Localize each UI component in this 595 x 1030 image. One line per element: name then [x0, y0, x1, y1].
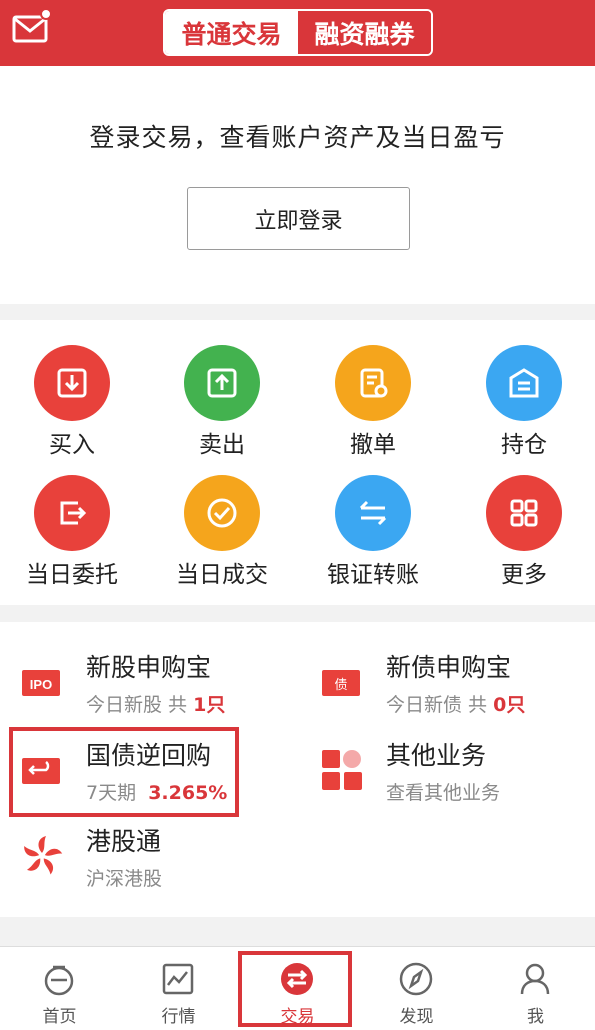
more-icon — [486, 475, 562, 551]
mail-icon[interactable] — [12, 8, 52, 44]
position-icon — [486, 345, 562, 421]
login-card: 登录交易，查看账户资产及当日盈亏 立即登录 — [0, 66, 595, 304]
position-button[interactable]: 持仓 — [449, 320, 595, 458]
svg-text:IPO: IPO — [30, 677, 52, 692]
cancel-order-icon — [335, 345, 411, 421]
bond-icon: 债 — [320, 660, 364, 704]
transfer-icon — [335, 475, 411, 551]
ipo-count: 1 — [193, 694, 207, 716]
other-icon — [320, 748, 364, 792]
cancel-order-button[interactable]: 撤单 — [298, 320, 448, 458]
tab-home-label: 首页 — [42, 1007, 77, 1027]
other-title: 其他业务 — [386, 741, 487, 770]
sell-icon — [184, 345, 260, 421]
trade-actions-grid: 买入 卖出 撤单 持仓 当日委托 当日成交 银证转账 更多 — [0, 320, 595, 605]
today-deal-button[interactable]: 当日成交 — [147, 450, 297, 588]
top-bar: 普通交易 融资融券 — [0, 0, 595, 66]
tab-discover-label: 发现 — [399, 1007, 434, 1027]
profile-icon — [517, 961, 553, 997]
login-prompt: 登录交易，查看账户资产及当日盈亏 — [89, 123, 506, 152]
tab-margin-trade[interactable]: 融资融券 — [298, 11, 431, 54]
ipo-subtitle: 今日新股 共 1只 — [86, 694, 226, 716]
home-icon — [41, 961, 77, 997]
tab-market-label: 行情 — [161, 1007, 196, 1027]
today-order-label: 当日委托 — [26, 562, 118, 588]
tab-normal-trade[interactable]: 普通交易 — [165, 11, 298, 54]
bond-title: 新债申购宝 — [386, 653, 512, 682]
bauhinia-icon — [20, 834, 64, 878]
other-subtitle: 查看其他业务 — [386, 782, 501, 804]
trade-type-switch: 普通交易 融资融券 — [163, 9, 433, 56]
more-button[interactable]: 更多 — [449, 450, 595, 588]
today-deal-icon — [184, 475, 260, 551]
ipo-icon: IPO — [20, 660, 64, 704]
ipo-service[interactable]: IPO 新股申购宝 今日新股 共 1只 — [20, 648, 310, 728]
notification-dot — [40, 8, 52, 20]
tab-home[interactable]: 首页 — [0, 947, 119, 1030]
market-icon — [160, 961, 196, 997]
buy-button[interactable]: 买入 — [0, 320, 147, 458]
sell-button[interactable]: 卖出 — [147, 320, 297, 458]
bond-count: 0 — [493, 694, 507, 716]
transfer-label: 银证转账 — [327, 562, 419, 588]
tab-profile-label: 我 — [527, 1007, 544, 1027]
hk-subtitle: 沪深港股 — [86, 868, 163, 890]
other-service[interactable]: 其他业务 查看其他业务 — [320, 736, 595, 816]
tab-profile[interactable]: 我 — [476, 947, 595, 1030]
discover-icon — [398, 961, 434, 997]
bond-subtitle: 今日新债 共 0只 — [386, 694, 526, 716]
buy-icon — [34, 345, 110, 421]
svg-text:债: 债 — [334, 678, 347, 693]
bond-service[interactable]: 债 新债申购宝 今日新债 共 0只 — [320, 648, 595, 728]
tab-discover[interactable]: 发现 — [357, 947, 476, 1030]
highlight-repo-box — [9, 727, 239, 817]
today-order-button[interactable]: 当日委托 — [0, 450, 147, 588]
ipo-title: 新股申购宝 — [86, 653, 212, 682]
highlight-trade-tab-box — [238, 951, 352, 1027]
transfer-button[interactable]: 银证转账 — [298, 450, 448, 588]
hk-title: 港股通 — [86, 827, 162, 856]
today-deal-label: 当日成交 — [176, 562, 268, 588]
tab-market[interactable]: 行情 — [119, 947, 238, 1030]
more-label: 更多 — [501, 562, 547, 588]
login-button[interactable]: 立即登录 — [187, 187, 410, 250]
hk-service[interactable]: 港股通 沪深港股 — [20, 822, 310, 902]
today-order-icon — [34, 475, 110, 551]
